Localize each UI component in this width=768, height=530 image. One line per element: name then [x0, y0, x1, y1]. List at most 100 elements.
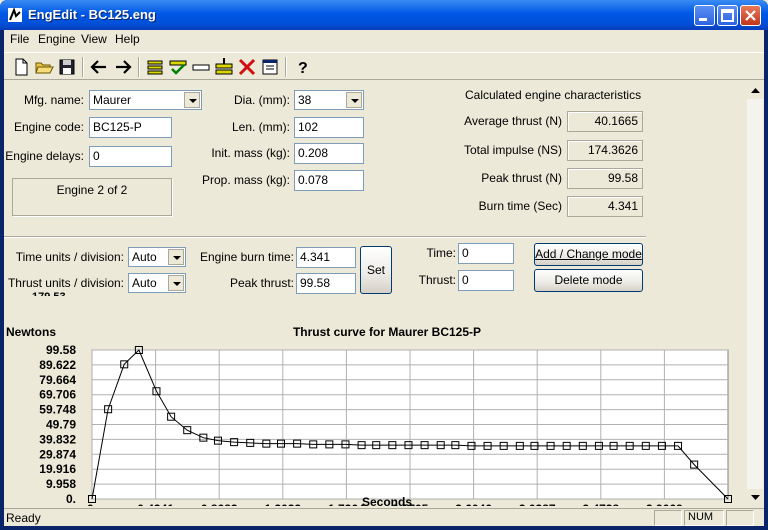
peak-thrust-input[interactable]: 99.58	[296, 273, 356, 294]
menu-help[interactable]: Help	[115, 32, 140, 46]
scroll-up-button[interactable]	[747, 82, 764, 99]
chevron-down-icon[interactable]	[168, 249, 184, 265]
open-button[interactable]	[33, 56, 55, 78]
status-num: NUM	[684, 510, 724, 526]
y-tick-label: 39.832	[39, 432, 76, 446]
toolbar: ?	[4, 52, 764, 80]
diameter-label: Dia. (mm):	[234, 93, 290, 107]
burn-time-calc-value: 4.341	[567, 196, 643, 217]
y-tick-label: 59.748	[39, 403, 76, 417]
status-bar: Ready NUM	[4, 508, 764, 526]
delete-x-icon	[238, 58, 256, 76]
mfg-name-label: Mfg. name:	[23, 93, 84, 107]
minimize-icon	[699, 18, 707, 21]
engine-form: Mfg. name: Maurer Engine code: BC125-P E…	[4, 82, 744, 298]
engine-delays-input[interactable]: 0	[89, 146, 172, 167]
x-tick-label: 3.0387	[519, 502, 556, 506]
chevron-down-icon[interactable]	[346, 92, 362, 108]
minus-button[interactable]	[190, 56, 212, 78]
new-file-button[interactable]	[10, 56, 32, 78]
thrust-units-select[interactable]: Auto	[128, 273, 186, 293]
prop-mass-label: Prop. mass (kg):	[201, 173, 290, 187]
chevron-down-icon[interactable]	[168, 275, 184, 291]
x-tick-label: 1.7364	[328, 502, 365, 506]
help-question-icon: ?	[298, 60, 308, 77]
scroll-up-icon	[751, 88, 760, 93]
delete-button[interactable]	[236, 56, 258, 78]
calc-heading: Calculated engine characteristics	[465, 88, 642, 102]
add-change-mode-button[interactable]: Add / Change mode	[534, 243, 643, 266]
delete-mode-button[interactable]: Delete mode	[534, 269, 643, 292]
close-icon	[745, 10, 756, 21]
thrust-chart-svg[interactable]: 99.5889.62279.66469.70659.74849.7939.832…	[4, 296, 746, 516]
back-button[interactable]	[88, 56, 110, 78]
list-button[interactable]	[144, 56, 166, 78]
thrust-input[interactable]: 0	[458, 270, 514, 291]
title-bar[interactable]: EngEdit - BC125.eng	[0, 0, 768, 30]
x-tick-label: 2.6046	[455, 502, 492, 506]
menu-file[interactable]: File	[10, 32, 29, 46]
toolbar-separator	[138, 57, 140, 77]
maximize-button[interactable]	[717, 5, 738, 26]
menu-engine[interactable]: Engine	[38, 32, 75, 46]
mfg-name-select[interactable]: Maurer	[89, 90, 202, 110]
diameter-value: 38	[298, 93, 312, 107]
total-impulse-value: 174.3626	[567, 140, 643, 161]
y-tick-label: 79.664	[39, 373, 76, 387]
close-button[interactable]	[740, 5, 761, 26]
save-button[interactable]	[56, 56, 78, 78]
engine-code-label: Engine code:	[13, 120, 84, 134]
x-tick-label: 0.4341	[137, 502, 174, 506]
time-units-value: Auto	[132, 250, 157, 264]
peak-thrust-input-label: Peak thrust:	[229, 276, 294, 290]
properties-button[interactable]	[259, 56, 281, 78]
time-units-select[interactable]: Auto	[128, 247, 186, 267]
minus-icon	[192, 64, 210, 71]
thrust-chart: 99.58 89.622 79.664 69.706 59.748 49.79 39.832…	[4, 296, 746, 516]
thrust-label: Thrust:	[418, 273, 456, 287]
forward-arrow-icon	[116, 60, 132, 74]
avg-thrust-value: 40.1665	[567, 111, 643, 132]
save-disk-icon	[59, 59, 75, 75]
diameter-select[interactable]: 38	[294, 90, 364, 110]
time-units-label: Time units / division:	[15, 250, 124, 264]
menu-view[interactable]: View	[81, 32, 107, 46]
burn-time-calc-label: Burn time (Sec)	[478, 199, 562, 213]
grid-edit-button[interactable]	[213, 56, 235, 78]
status-pane-blank	[726, 510, 754, 526]
menu-bar: File Engine View Help	[4, 30, 764, 50]
engine-burn-time-input[interactable]: 4.341	[296, 247, 356, 268]
length-input[interactable]: 102	[294, 117, 364, 138]
chart-title: Thrust curve for Maurer BC125-P	[293, 325, 481, 339]
help-button[interactable]: ?	[291, 56, 313, 78]
engine-delays-label: Engine delays:	[5, 149, 84, 163]
svg-text:?: ?	[298, 60, 308, 77]
x-tick-label: 3.9069	[646, 502, 683, 506]
peak-thrust-calc-label: Peak thrust (N)	[481, 171, 562, 185]
y-tick-label: 9.958	[46, 477, 76, 491]
minimize-button[interactable]	[694, 5, 715, 26]
forward-button[interactable]	[112, 56, 134, 78]
app-window: EngEdit - BC125.eng File Engine View Hel…	[0, 0, 768, 530]
toolbar-separator	[285, 57, 287, 77]
vertical-scrollbar[interactable]	[746, 82, 764, 506]
back-arrow-icon	[90, 60, 106, 74]
check-button[interactable]	[167, 56, 189, 78]
time-input[interactable]: 0	[458, 243, 514, 264]
prop-mass-input[interactable]: 0.078	[294, 170, 364, 191]
x-tick-label: 0.8682	[201, 502, 238, 506]
new-file-icon	[15, 58, 28, 76]
status-pane-blank	[654, 510, 682, 526]
peak-thrust-calc-value: 99.58	[567, 168, 643, 189]
y-tick-label: 29.874	[39, 447, 76, 461]
y-tick-label: 49.79	[46, 418, 76, 432]
maximize-icon	[721, 9, 734, 22]
y-tick-label: 69.706	[39, 388, 76, 402]
scroll-down-button[interactable]	[747, 489, 764, 506]
engine-count-box: Engine 2 of 2	[12, 178, 172, 216]
init-mass-input[interactable]: 0.208	[294, 143, 364, 164]
properties-icon	[262, 59, 278, 75]
engine-code-input[interactable]: BC125-P	[89, 117, 172, 138]
set-button[interactable]: Set	[360, 246, 392, 294]
list-icon	[147, 60, 163, 75]
